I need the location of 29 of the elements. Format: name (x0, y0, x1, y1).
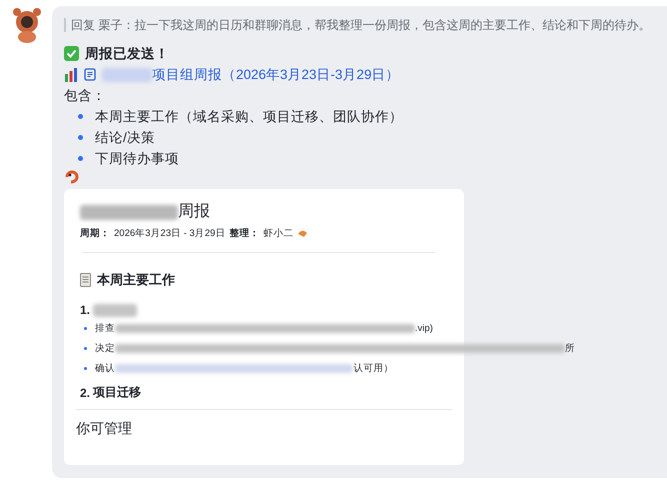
bullet-text: 所 (565, 342, 575, 356)
bullet-text: .vip) (415, 322, 433, 336)
section-title: 本周主要工作 (97, 271, 175, 289)
blurred-text-block (102, 68, 152, 82)
reply-quote: 回复 栗子：拉一下我这周的日历和群聊消息，帮我整理一份周报，包含这周的主要工作、结论和下周的待办。 (64, 18, 667, 32)
check-icon (64, 46, 79, 61)
notepad-icon (80, 273, 91, 287)
meta-label: 周期： (80, 227, 110, 240)
blurred-text-block (93, 304, 138, 316)
document-link[interactable]: 项目组周报（2026年3月23日-3月29日） (152, 64, 400, 85)
list-item-text: 下周待办事项 (95, 150, 179, 168)
item-title: 项目迁移 (93, 384, 142, 401)
list-item-text: 本周主要工作（域名采购、项目迁移、团队协作） (95, 108, 403, 126)
list-item-text: 结论/决策 (95, 129, 155, 147)
bullet-text: 确认 (95, 362, 115, 376)
meta-label: 整理： (229, 227, 260, 240)
report-title: 周报 (178, 202, 210, 222)
document-icon (84, 68, 96, 81)
bar-chart-icon (64, 68, 78, 82)
footer-text: 你可管理 (76, 420, 133, 438)
item-number: 1. (80, 303, 90, 317)
bullet-text: 排查 (95, 322, 115, 336)
meta-value: 虾小二 (263, 227, 294, 240)
bullet-text: 认可用） (353, 362, 394, 376)
contains-label: 包含： (64, 87, 107, 105)
status-text: 周报已发送！ (85, 45, 169, 63)
bullet-text: 决定 (95, 342, 115, 356)
meta-value: 2026年3月23日 - 3月29日 (114, 227, 226, 240)
item-number: 2. (80, 386, 90, 400)
